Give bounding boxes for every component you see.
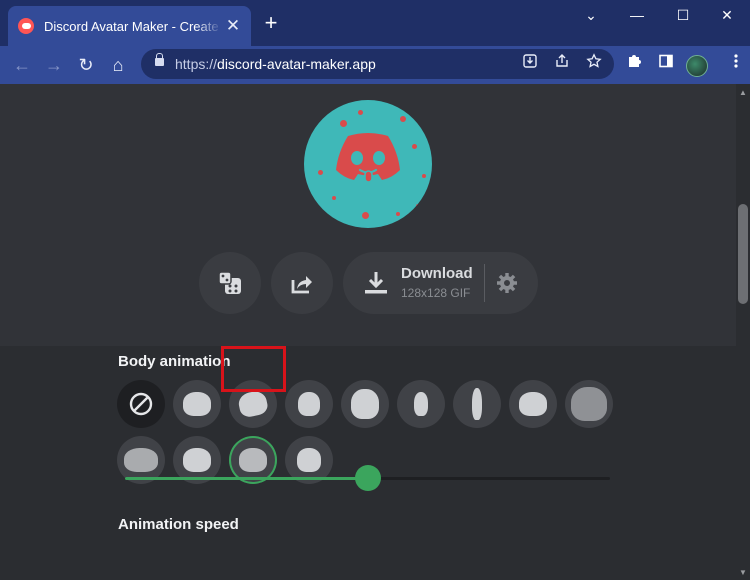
discord-clyde-icon	[336, 133, 400, 183]
discord-favicon-icon	[18, 18, 34, 34]
avatar-thumbnail	[239, 448, 267, 472]
paint-splat	[400, 116, 406, 122]
animation-option[interactable]	[565, 380, 613, 428]
selection-highlight-box	[221, 346, 286, 392]
lock-icon[interactable]	[155, 53, 164, 66]
avatar-preview	[304, 100, 432, 228]
download-format: 128x128 GIF	[401, 286, 471, 300]
avatar-thumbnail	[124, 448, 158, 472]
avatar-thumbnail	[571, 387, 607, 421]
animation-option[interactable]	[341, 380, 389, 428]
avatar-thumbnail	[519, 392, 547, 416]
forward-button[interactable]: →	[40, 51, 68, 79]
share-icon	[291, 276, 312, 294]
paint-splat	[396, 212, 400, 216]
address-bar[interactable]: https://discord-avatar-maker.app	[141, 49, 614, 79]
download-label: Download	[401, 265, 473, 282]
url-text[interactable]: https://discord-avatar-maker.app	[175, 56, 376, 72]
avatar-thumbnail	[298, 392, 320, 416]
avatar-thumbnail	[351, 389, 379, 419]
animation-option[interactable]	[453, 380, 501, 428]
paint-splat	[422, 174, 426, 178]
scrollbar-thumb[interactable]	[738, 204, 748, 304]
share-page-icon[interactable]	[551, 53, 573, 75]
paint-splat	[412, 144, 417, 149]
bookmark-star-icon[interactable]	[583, 53, 605, 75]
paint-splat	[318, 170, 323, 175]
browser-tab[interactable]: Discord Avatar Maker - Create yo ✕	[8, 6, 251, 46]
home-button[interactable]: ⌂	[104, 51, 132, 79]
avatar-thumbnail	[414, 392, 428, 416]
page-content: Download 128x128 GIF Body animation Anim…	[0, 84, 736, 580]
avatar-thumbnail	[236, 389, 270, 419]
divider	[484, 264, 485, 302]
tab-close-icon[interactable]: ✕	[223, 16, 243, 36]
animation-option[interactable]	[173, 380, 221, 428]
scroll-up-icon[interactable]: ▲	[739, 88, 747, 97]
tab-title: Discord Avatar Maker - Create yo	[44, 18, 222, 34]
browser-menu-icon[interactable]	[722, 51, 750, 79]
back-button[interactable]: ←	[8, 51, 36, 79]
minimize-button[interactable]: —	[614, 4, 660, 26]
randomize-button[interactable]	[199, 252, 261, 314]
side-panel-icon[interactable]	[652, 51, 680, 79]
maximize-button[interactable]: ☐	[660, 4, 706, 26]
title-bar: Discord Avatar Maker - Create yo ✕ + ⌄ —…	[0, 0, 750, 46]
animation-speed-heading: Animation speed	[118, 516, 239, 533]
close-window-button[interactable]: ✕	[704, 4, 750, 26]
paint-splat	[332, 196, 336, 200]
animation-option[interactable]	[509, 380, 557, 428]
share-button[interactable]	[271, 252, 333, 314]
download-button[interactable]: Download 128x128 GIF	[343, 252, 538, 314]
none-icon	[129, 392, 153, 416]
paint-splat	[362, 212, 369, 219]
install-app-icon[interactable]	[519, 53, 541, 75]
animation-option[interactable]	[285, 380, 333, 428]
body-animation-heading: Body animation	[118, 353, 231, 370]
gear-icon[interactable]	[496, 272, 518, 294]
download-icon	[365, 272, 387, 294]
new-tab-button[interactable]: +	[258, 11, 284, 37]
avatar-thumbnail	[183, 392, 211, 416]
avatar-thumbnail	[472, 388, 482, 420]
speed-slider-fill	[125, 477, 368, 480]
animation-option[interactable]	[397, 380, 445, 428]
page-scrollbar[interactable]: ▲ ▼	[736, 84, 750, 580]
paint-splat	[416, 204, 420, 208]
paint-splat	[340, 120, 347, 127]
animation-option-none[interactable]	[117, 380, 165, 428]
extensions-puzzle-icon[interactable]	[620, 51, 648, 79]
speed-slider-thumb[interactable]	[354, 465, 381, 491]
profile-avatar[interactable]	[686, 55, 708, 77]
dice-icon	[218, 271, 241, 294]
scroll-down-icon[interactable]: ▼	[739, 568, 747, 577]
browser-toolbar: ← → ↻ ⌂ https://discord-avatar-maker.app	[0, 46, 750, 84]
tab-search-icon[interactable]: ⌄	[568, 4, 614, 26]
browser-window: Discord Avatar Maker - Create yo ✕ + ⌄ —…	[0, 0, 750, 580]
avatar-thumbnail	[183, 448, 211, 472]
reload-button[interactable]: ↻	[72, 51, 100, 79]
paint-splat	[358, 110, 363, 115]
avatar-thumbnail	[297, 448, 321, 472]
